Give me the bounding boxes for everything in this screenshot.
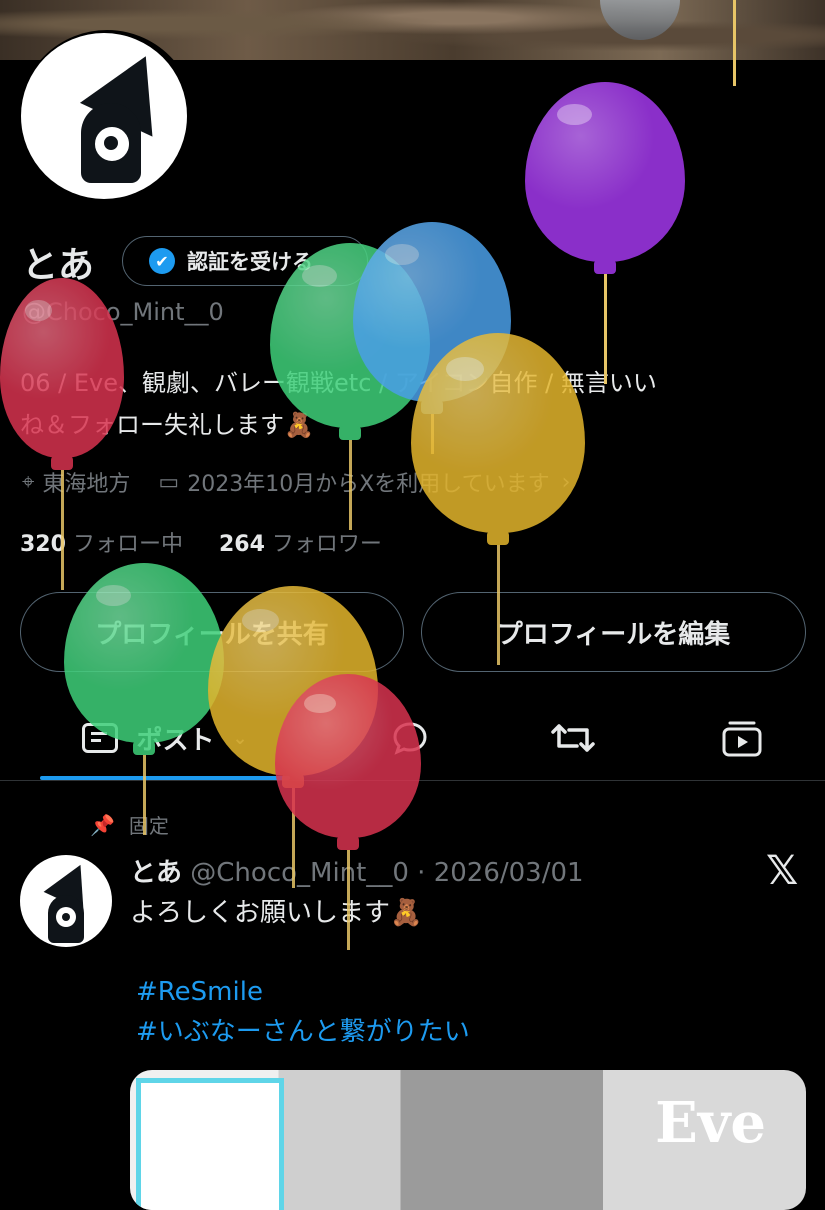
balloon-string: [349, 440, 352, 530]
follow-stats: 320 フォロー中 264 フォロワー: [20, 526, 382, 558]
balloon-shine: [557, 103, 593, 126]
balloon-string: [347, 850, 350, 950]
balloon-body: [64, 563, 224, 743]
following-count: 320: [20, 532, 66, 557]
post-media-image[interactable]: Eve: [130, 1070, 806, 1210]
balloon-shine: [24, 299, 53, 322]
following-link[interactable]: 320 フォロー中: [20, 532, 190, 557]
location-pin-icon: ⌖: [22, 469, 35, 495]
tab-reposts[interactable]: [543, 708, 603, 768]
post-text: よろしくお願いします🧸: [130, 898, 423, 928]
followers-link[interactable]: 264 フォロワー: [219, 532, 382, 557]
hashtag-link[interactable]: #いぶなーさんと繋がりたい: [136, 1012, 470, 1052]
following-label: フォロー中: [72, 532, 183, 557]
balloon-knot: [487, 531, 509, 545]
repost-icon: [551, 724, 595, 752]
balloon-string: [733, 0, 736, 86]
verified-badge-icon: ✔: [149, 248, 175, 274]
followers-label: フォロワー: [271, 532, 382, 557]
post-author-avatar[interactable]: [20, 855, 112, 947]
balloon-string: [61, 470, 64, 590]
hashtag-link[interactable]: #ReSmile: [136, 972, 470, 1012]
pin-icon: 📌: [90, 812, 115, 837]
location-text: 東海地方: [42, 472, 131, 497]
followers-count: 264: [218, 532, 265, 557]
calendar-icon: ▭: [158, 469, 180, 495]
balloon-string: [604, 274, 607, 384]
pinned-label: 固定: [128, 814, 169, 838]
balloon-shine: [242, 608, 280, 632]
media-eve-logo: Eve: [655, 1090, 766, 1156]
balloon-knot: [51, 456, 73, 470]
balloon-string: [143, 755, 146, 835]
balloon-body: [525, 82, 685, 262]
edit-profile-button[interactable]: プロフィールを編集: [421, 592, 806, 672]
balloon-shine: [96, 584, 132, 607]
video-play-icon: [722, 721, 762, 757]
x-logo-icon: 𝕏: [766, 848, 799, 894]
balloon-knot: [339, 426, 361, 440]
avatar-pupil-art: [104, 136, 118, 150]
post-author-name[interactable]: とあ: [130, 858, 182, 888]
balloon-knot: [133, 741, 155, 755]
media-thumbnail: [136, 1078, 284, 1210]
tab-videos[interactable]: [712, 708, 772, 768]
post-hashtags: #ReSmile #いぶなーさんと繋がりたい: [136, 972, 470, 1052]
post-meta: @Choco_Mint__0 · 2026/03/01: [190, 858, 584, 888]
balloon-knot: [337, 836, 359, 850]
balloon-shine: [445, 357, 485, 381]
balloon-body: [275, 674, 421, 838]
balloon-string: [497, 545, 500, 665]
balloon-knot: [594, 260, 616, 274]
pinned-indicator: 📌 固定: [90, 810, 169, 839]
profile-avatar[interactable]: [21, 33, 187, 199]
post-header: とあ @Choco_Mint__0 · 2026/03/01: [130, 852, 584, 889]
